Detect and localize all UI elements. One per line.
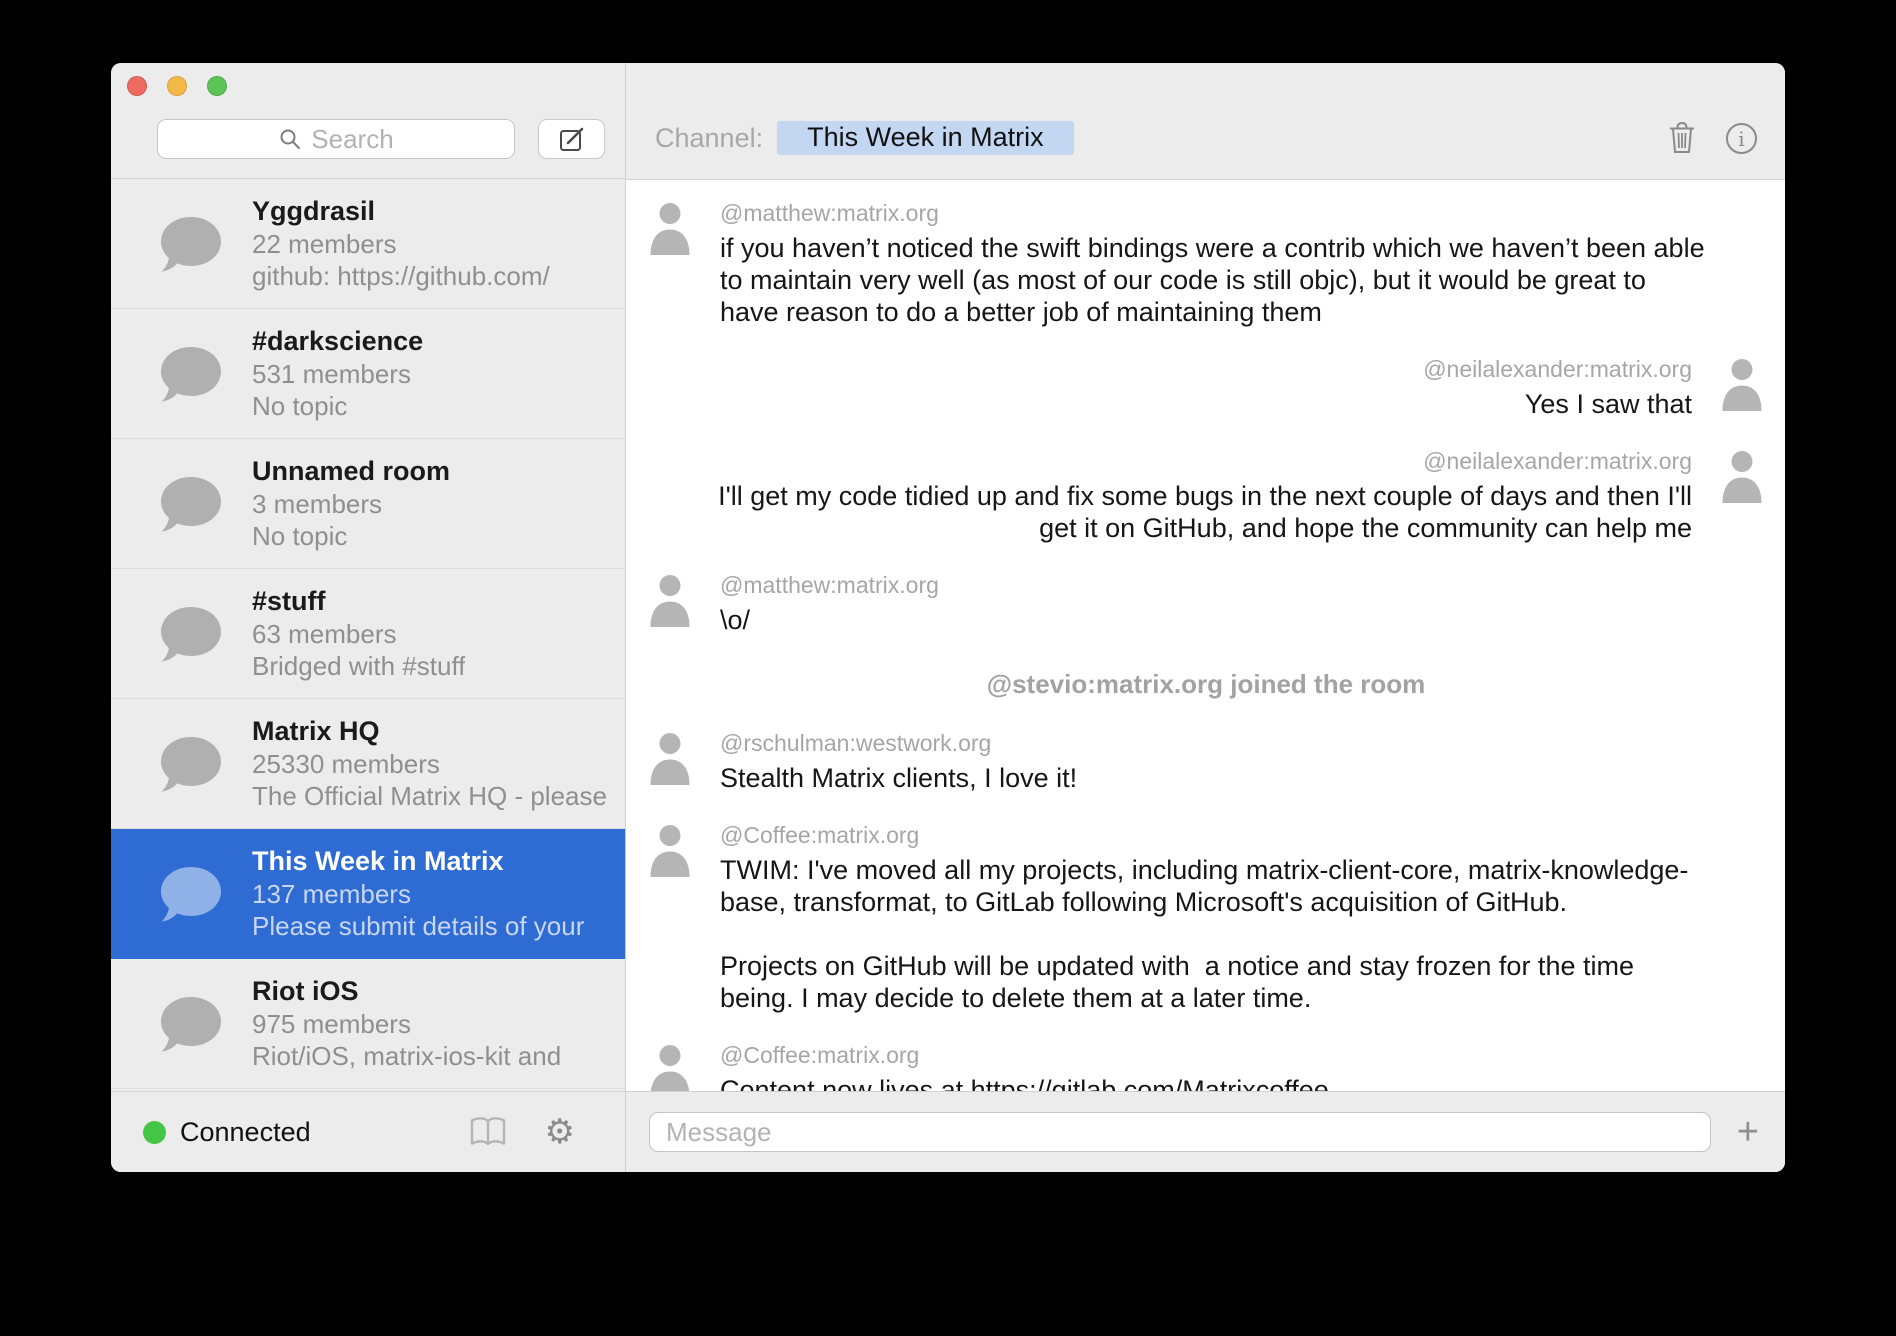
chat-message: @matthew:matrix.org if you haven’t notic… xyxy=(647,200,1765,328)
room-member-count: 975 members xyxy=(252,1008,561,1040)
chat-header: Channel: This Week in Matrix i xyxy=(626,63,1785,180)
search-input[interactable]: Search xyxy=(157,119,515,159)
svg-text:i: i xyxy=(1738,127,1744,151)
room-list[interactable]: Yggdrasil 22 members github: https://git… xyxy=(111,179,625,1091)
room-topic: Riot/iOS, matrix-ios-kit and xyxy=(252,1040,561,1072)
user-avatar xyxy=(1719,448,1765,503)
room-name: #stuff xyxy=(252,585,465,618)
message-sender: @matthew:matrix.org xyxy=(720,572,939,598)
message-text: Content now lives at https://gitlab.com/… xyxy=(720,1074,1329,1091)
message-text: I'll get my code tidied up and fix some … xyxy=(718,480,1692,544)
message-input[interactable] xyxy=(649,1112,1711,1152)
room-topic: Bridged with #stuff xyxy=(252,650,465,682)
room-topic: The Official Matrix HQ - please xyxy=(252,780,607,812)
room-name: This Week in Matrix xyxy=(252,845,584,878)
room-avatar-speech-bubble-icon xyxy=(157,730,225,798)
room-list-item-this-week-in-matrix[interactable]: This Week in Matrix 137 members Please s… xyxy=(111,829,625,959)
minimize-window-button[interactable] xyxy=(167,76,187,96)
user-avatar xyxy=(647,1042,693,1091)
search-icon xyxy=(278,127,302,151)
chat-message: @Coffee:matrix.org Content now lives at … xyxy=(647,1042,1765,1091)
room-avatar-speech-bubble-icon xyxy=(157,470,225,538)
user-avatar xyxy=(647,822,693,877)
room-name: Yggdrasil xyxy=(252,195,550,228)
room-avatar-speech-bubble-icon xyxy=(157,600,225,668)
trash-icon[interactable] xyxy=(1668,120,1696,155)
message-sender: @neilalexander:matrix.org xyxy=(1423,356,1692,382)
room-topic: Please submit details of your xyxy=(252,910,584,942)
close-window-button[interactable] xyxy=(127,76,147,96)
zoom-window-button[interactable] xyxy=(207,76,227,96)
message-text: \o/ xyxy=(720,604,939,636)
user-avatar xyxy=(647,200,693,255)
message-text: Stealth Matrix clients, I love it! xyxy=(720,762,1077,794)
message-text: if you haven’t noticed the swift binding… xyxy=(720,232,1705,328)
message-text: Yes I saw that xyxy=(1423,388,1692,420)
matrix-client-window: Search Yggdrasil 22 members xyxy=(111,63,1785,1172)
sidebar-titlebar: Search xyxy=(111,63,625,179)
room-list-item-riot-ios[interactable]: Riot iOS 975 members Riot/iOS, matrix-io… xyxy=(111,959,625,1089)
room-event-notice: @stevio:matrix.org joined the room xyxy=(647,668,1765,700)
room-avatar-speech-bubble-icon xyxy=(157,210,225,278)
chat-message: @matthew:matrix.org \o/ xyxy=(647,572,1765,636)
user-avatar xyxy=(647,730,693,785)
chat-message: @rschulman:westwork.org Stealth Matrix c… xyxy=(647,730,1765,794)
room-member-count: 22 members xyxy=(252,228,550,260)
room-list-item--stuff[interactable]: #stuff 63 members Bridged with #stuff xyxy=(111,569,625,699)
info-icon[interactable]: i xyxy=(1725,122,1758,155)
room-event-text: @stevio:matrix.org joined the room xyxy=(987,668,1426,700)
gear-icon[interactable]: ⚙ xyxy=(545,1115,575,1149)
message-text: TWIM: I've moved all my projects, includ… xyxy=(720,854,1688,1014)
room-topic: No topic xyxy=(252,390,423,422)
room-list-item-yggdrasil[interactable]: Yggdrasil 22 members github: https://git… xyxy=(111,179,625,309)
connection-status-icon xyxy=(143,1121,166,1144)
message-sender: @rschulman:westwork.org xyxy=(720,730,1077,756)
room-member-count: 137 members xyxy=(252,878,584,910)
room-name: Riot iOS xyxy=(252,975,561,1008)
room-name: Matrix HQ xyxy=(252,715,607,748)
room-member-count: 3 members xyxy=(252,488,450,520)
room-avatar-speech-bubble-icon xyxy=(157,860,225,928)
sidebar-footer: Connected ⚙ xyxy=(111,1091,625,1172)
attach-plus-button[interactable]: + xyxy=(1733,1113,1763,1151)
room-topic: No topic xyxy=(252,520,450,552)
message-timeline[interactable]: @matthew:matrix.org if you haven’t notic… xyxy=(626,180,1785,1091)
connection-status-label: Connected xyxy=(180,1117,311,1148)
desktop-background: Search Yggdrasil 22 members xyxy=(0,0,1896,1336)
room-member-count: 63 members xyxy=(252,618,465,650)
channel-name-field[interactable]: This Week in Matrix xyxy=(777,121,1074,155)
window-controls xyxy=(127,76,227,96)
channel-label: Channel: xyxy=(655,122,763,155)
room-list-item-unnamed-room[interactable]: Unnamed room 3 members No topic xyxy=(111,439,625,569)
book-icon[interactable] xyxy=(467,1115,509,1149)
room-topic: github: https://github.com/ xyxy=(252,260,550,292)
chat-message: @neilalexander:matrix.org Yes I saw that xyxy=(647,356,1765,420)
chat-message: @Coffee:matrix.org TWIM: I've moved all … xyxy=(647,822,1765,1014)
room-list-item-matrix-hq[interactable]: Matrix HQ 25330 members The Official Mat… xyxy=(111,699,625,829)
room-name: #darkscience xyxy=(252,325,423,358)
room-avatar-speech-bubble-icon xyxy=(157,340,225,408)
message-composer: + xyxy=(626,1091,1785,1172)
room-avatar-speech-bubble-icon xyxy=(157,990,225,1058)
search-placeholder: Search xyxy=(311,124,393,155)
compose-icon xyxy=(557,124,587,154)
chat-panel: Channel: This Week in Matrix i xyxy=(626,63,1785,1172)
message-sender: @matthew:matrix.org xyxy=(720,200,1705,226)
compose-button[interactable] xyxy=(538,119,605,159)
room-list-item--darkscience[interactable]: #darkscience 531 members No topic xyxy=(111,309,625,439)
message-sender: @neilalexander:matrix.org xyxy=(718,448,1692,474)
room-member-count: 25330 members xyxy=(252,748,607,780)
user-avatar xyxy=(647,572,693,627)
chat-message: @neilalexander:matrix.org I'll get my co… xyxy=(647,448,1765,544)
room-member-count: 531 members xyxy=(252,358,423,390)
message-sender: @Coffee:matrix.org xyxy=(720,822,1688,848)
message-sender: @Coffee:matrix.org xyxy=(720,1042,1329,1068)
user-avatar xyxy=(1719,356,1765,411)
sidebar: Search Yggdrasil 22 members xyxy=(111,63,626,1172)
room-name: Unnamed room xyxy=(252,455,450,488)
